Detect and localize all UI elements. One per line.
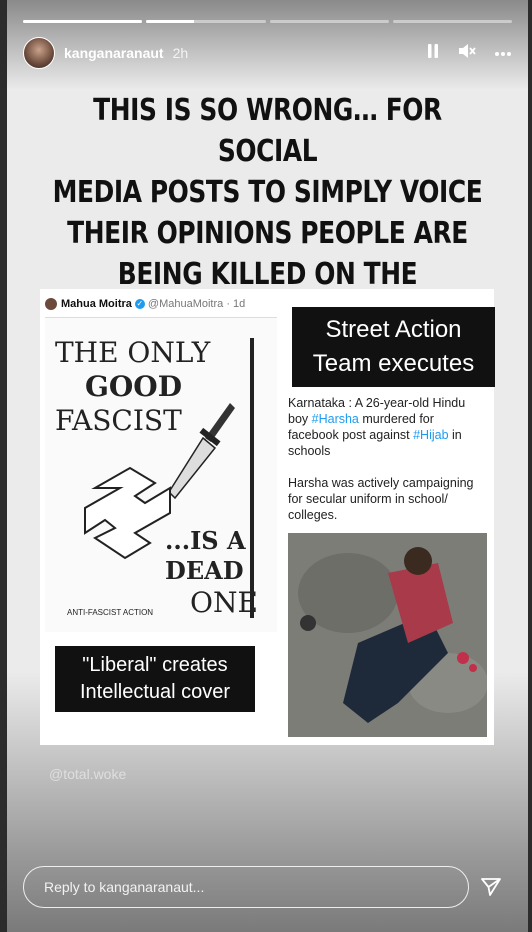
poster-image: THE ONLY GOOD FASCIST ...IS A DEAD ONE A… (45, 317, 277, 632)
progress-segment (269, 20, 389, 23)
poster-text: ...IS A (165, 526, 246, 555)
progress-segment (146, 20, 266, 23)
poster-rule (250, 338, 254, 618)
pause-icon[interactable] (426, 43, 440, 64)
poster-text: THE ONLY (55, 336, 211, 369)
username[interactable]: kanganaranaut (64, 45, 164, 61)
hashtag-link[interactable]: #Hijab (413, 428, 448, 442)
tweet-handle: @MahuaMoitra · 1d (147, 298, 246, 310)
news-panel: Street Action Team executes Karnataka : … (288, 305, 495, 741)
send-icon[interactable] (479, 875, 503, 899)
tweet-name: Mahua Moitra (61, 298, 132, 310)
label-line: Team executes (312, 350, 475, 377)
news-photo (288, 533, 487, 737)
poster-footer: ANTI-FASCIST ACTION (67, 608, 154, 617)
progress-segment (23, 20, 143, 23)
label-line: Street Action (325, 316, 462, 343)
hashtag-link[interactable]: #Harsha (312, 412, 359, 426)
label-line: Intellectual cover (79, 681, 231, 703)
avatar[interactable] (23, 37, 55, 69)
news-paragraph-1: Karnataka : A 26-year-old Hindu boy #Har… (288, 395, 488, 459)
right-border (528, 0, 532, 932)
headline-line: THEIR OPINIONS PEOPLE ARE (67, 216, 468, 251)
headline-line: THIS IS SO WRONG… FOR SOCIAL (93, 93, 442, 169)
story-header: kanganaranaut 2h (23, 36, 512, 70)
reply-placeholder: Reply to kanganaranaut... (44, 879, 205, 895)
verified-icon: ✓ (134, 299, 145, 309)
watermark: @total.woke (49, 766, 127, 782)
post-time: 2h (172, 45, 189, 61)
story-progress (23, 20, 512, 23)
progress-segment (392, 20, 512, 23)
tweet-header: Mahua Moitra ✓ @MahuaMoitra · 1d (45, 295, 277, 313)
reply-input[interactable]: Reply to kanganaranaut... (23, 866, 469, 908)
meme-card: Mahua Moitra ✓ @MahuaMoitra · 1d THE ONL… (40, 289, 495, 745)
left-border (0, 0, 7, 932)
street-action-label: Street Action Team executes (292, 307, 495, 387)
label-line: "Liberal" creates (82, 654, 228, 676)
tweet-panel: Mahua Moitra ✓ @MahuaMoitra · 1d THE ONL… (45, 295, 277, 735)
news-paragraph-2: Harsha was actively campaigning for secu… (288, 476, 474, 522)
poster-text: DEAD (165, 556, 244, 585)
tweet-avatar (45, 298, 57, 310)
more-icon[interactable] (494, 44, 512, 62)
story-frame[interactable]: kanganaranaut 2h THIS IS SO WRONG… FOR S… (7, 0, 528, 932)
poster-text: ONE (190, 586, 258, 619)
headline-line: MEDIA POSTS TO SIMPLY VOICE (52, 175, 483, 210)
mute-icon[interactable] (458, 43, 476, 64)
liberal-label: "Liberal" creates Intellectual cover (55, 646, 255, 712)
